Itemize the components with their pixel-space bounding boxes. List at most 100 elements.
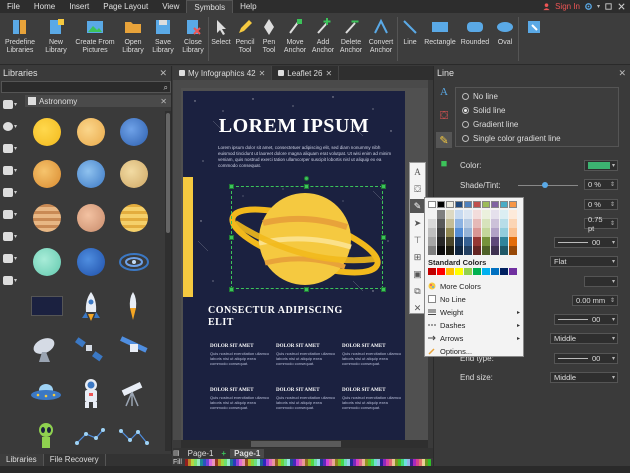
menu-file[interactable]: File xyxy=(0,0,27,13)
option-single-color-gradient[interactable]: Single color gradient line xyxy=(462,132,618,144)
close-library-button[interactable]: Close Library xyxy=(178,13,208,65)
begin-size-select[interactable]: Middle ▾ xyxy=(550,333,618,344)
library-tool-4[interactable]: ▾ xyxy=(3,164,21,177)
convert-anchor-button[interactable]: Convert Anchor xyxy=(365,13,397,65)
color-swatch[interactable] xyxy=(509,219,517,228)
info-column-3[interactable]: DOLOR SIT AMET Quis nostrud exercitation… xyxy=(342,344,404,366)
color-swatch[interactable] xyxy=(473,268,481,275)
line-format-icon[interactable]: ✎ xyxy=(436,132,452,148)
color-swatch[interactable] xyxy=(500,268,508,275)
resize-handle-ne[interactable] xyxy=(381,184,386,189)
color-swatch[interactable] xyxy=(509,237,517,246)
color-swatch[interactable] xyxy=(428,201,436,208)
tab-close-icon[interactable]: ✕ xyxy=(325,69,332,78)
horizontal-scrollbar-thumb[interactable] xyxy=(251,441,341,447)
page-tab-active[interactable]: Page-1 xyxy=(230,448,265,458)
color-swatch[interactable] xyxy=(509,246,517,255)
selection-box[interactable] xyxy=(231,186,383,289)
info-column-4[interactable]: DOLOR SIT AMET Quis nostrud exercitation… xyxy=(210,388,272,410)
color-swatch[interactable] xyxy=(491,201,499,208)
menu-insert[interactable]: Insert xyxy=(62,0,96,13)
restore-icon[interactable] xyxy=(604,2,613,11)
galaxy-shape[interactable] xyxy=(118,248,150,276)
color-swatch[interactable] xyxy=(455,201,463,208)
color-swatch[interactable] xyxy=(437,237,445,246)
color-swatch[interactable] xyxy=(482,268,490,275)
color-swatch[interactable] xyxy=(455,237,463,246)
connector-icon[interactable]: ➤ xyxy=(410,216,425,230)
menu-view[interactable]: View xyxy=(155,0,186,13)
color-swatch[interactable] xyxy=(446,228,454,237)
predefine-libraries-button[interactable]: Predefine Libraries xyxy=(0,13,40,65)
resize-handle-se[interactable] xyxy=(381,287,386,292)
color-swatch[interactable] xyxy=(500,228,508,237)
color-swatch[interactable] xyxy=(482,246,490,255)
group-icon[interactable]: ▣ xyxy=(410,267,425,281)
neptune-shape[interactable] xyxy=(77,248,105,276)
info-column-6[interactable]: DOLOR SIT AMET Quis nostrud exercitation… xyxy=(342,388,404,410)
space-probe-shape[interactable] xyxy=(118,336,150,362)
library-tool-6[interactable]: ▾ xyxy=(3,208,21,221)
color-swatch[interactable] xyxy=(482,237,490,246)
radio-button[interactable] xyxy=(462,134,469,142)
begin-type-select[interactable]: 00 ▾ xyxy=(554,314,618,325)
no-line-item[interactable]: No Line xyxy=(428,293,522,305)
option-no-line[interactable]: No line xyxy=(462,90,618,102)
color-swatch[interactable] xyxy=(446,246,454,255)
radio-button[interactable] xyxy=(462,120,469,128)
page-subtitle[interactable]: CONSECTUR ADIPISCING ELIT xyxy=(208,305,358,329)
constellation-2-shape[interactable] xyxy=(118,426,150,448)
uranus-shape[interactable] xyxy=(33,248,61,276)
resize-handle-sw[interactable] xyxy=(229,287,234,292)
page-nav-icon[interactable]: ▤ xyxy=(173,449,180,457)
color-swatch[interactable] xyxy=(446,237,454,246)
extra-tool-button[interactable] xyxy=(519,13,549,65)
rocket-shape[interactable] xyxy=(80,290,102,322)
color-swatch[interactable] xyxy=(482,210,490,219)
resize-handle-n[interactable] xyxy=(304,184,309,189)
library-tool-9[interactable]: ▾ xyxy=(3,274,21,287)
color-swatch[interactable] xyxy=(455,268,463,275)
menu-symbols[interactable]: Symbols xyxy=(186,0,234,13)
oval-shape-button[interactable]: Oval xyxy=(492,13,518,65)
rocket-flame-shape[interactable] xyxy=(127,290,139,322)
fill-bucket-icon[interactable]: ⛋ xyxy=(410,182,425,196)
color-swatch[interactable] xyxy=(464,237,472,246)
color-swatch[interactable] xyxy=(500,246,508,255)
radio-button-selected[interactable] xyxy=(462,106,469,114)
resize-handle-s[interactable] xyxy=(304,287,309,292)
info-column-5[interactable]: DOLOR SIT AMET Quis nostrud exercitation… xyxy=(276,388,338,410)
shade-tint-value[interactable]: 0 % ⇕ xyxy=(584,179,618,190)
color-swatch[interactable] xyxy=(455,228,463,237)
tab-close-icon[interactable]: ✕ xyxy=(259,69,266,78)
fill-format-icon[interactable]: ⛋ xyxy=(436,108,452,124)
fill-swatches[interactable] xyxy=(184,458,431,466)
color-swatch[interactable] xyxy=(482,201,490,208)
color-swatch[interactable] xyxy=(500,237,508,246)
cap-type-select[interactable]: Flat ▾ xyxy=(550,256,618,267)
add-anchor-button[interactable]: Add Anchor xyxy=(309,13,337,65)
color-swatch[interactable] xyxy=(446,210,454,219)
rotate-handle[interactable] xyxy=(304,176,309,181)
color-swatch[interactable] xyxy=(491,246,499,255)
color-swatch[interactable] xyxy=(491,228,499,237)
color-swatch[interactable] xyxy=(446,219,454,228)
library-tool-5[interactable]: ▾ xyxy=(3,186,21,199)
rectangle-shape-button[interactable]: Rectangle xyxy=(422,13,458,65)
option-solid-line[interactable]: Solid line xyxy=(462,104,618,116)
color-swatch[interactable] xyxy=(464,228,472,237)
line-width-value[interactable]: 0.75 pt ⇕ xyxy=(584,215,618,233)
text-style-icon[interactable]: A xyxy=(410,165,425,179)
weight-item[interactable]: Weight ▸ xyxy=(428,306,522,318)
move-anchor-button[interactable]: Move Anchor xyxy=(281,13,309,65)
horizontal-scrollbar[interactable] xyxy=(181,440,428,448)
color-swatch[interactable] xyxy=(491,219,499,228)
option-gradient-line[interactable]: Gradient line xyxy=(462,118,618,130)
color-swatch[interactable] xyxy=(464,268,472,275)
color-swatch[interactable] xyxy=(473,228,481,237)
color-swatch[interactable] xyxy=(437,201,445,208)
earth-shape[interactable] xyxy=(77,160,105,188)
compound-value[interactable]: 0.00 mm ⇕ xyxy=(572,295,618,306)
mars-shape[interactable] xyxy=(33,160,61,188)
tab-libraries[interactable]: Libraries xyxy=(0,454,44,466)
